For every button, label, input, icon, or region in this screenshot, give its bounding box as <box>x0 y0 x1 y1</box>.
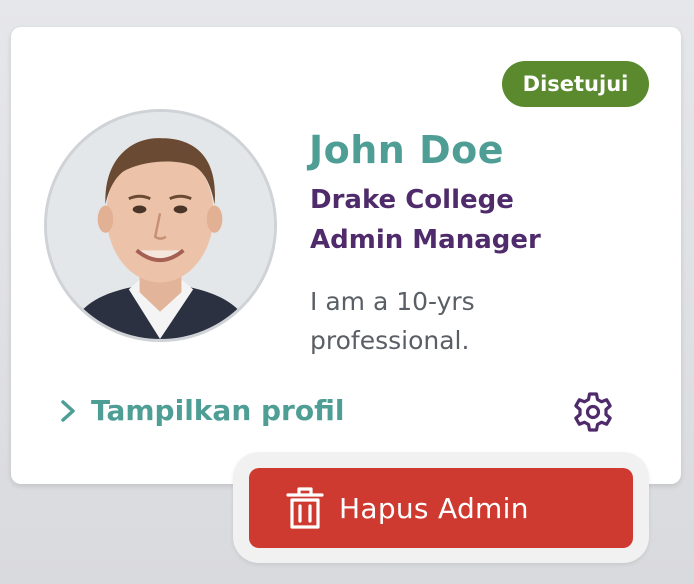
trash-icon <box>286 487 324 529</box>
avatar-photo <box>47 112 274 339</box>
delete-admin-label: Hapus Admin <box>339 491 529 525</box>
avatar <box>44 109 277 342</box>
chevron-right-icon <box>61 399 75 422</box>
profile-bio: I am a 10-yrs professional. <box>310 287 475 355</box>
view-profile-link[interactable]: Tampilkan profil <box>58 394 344 427</box>
profile-organization: Drake College <box>310 185 514 215</box>
profile-role: Admin Manager <box>310 225 541 255</box>
delete-admin-button[interactable]: Hapus Admin <box>249 468 633 548</box>
gear-icon[interactable] <box>571 390 615 434</box>
delete-admin-container: Hapus Admin <box>233 452 649 563</box>
profile-name: John Doe <box>309 128 505 172</box>
status-badge: Disetujui <box>502 61 649 107</box>
view-profile-label: Tampilkan profil <box>91 394 345 427</box>
